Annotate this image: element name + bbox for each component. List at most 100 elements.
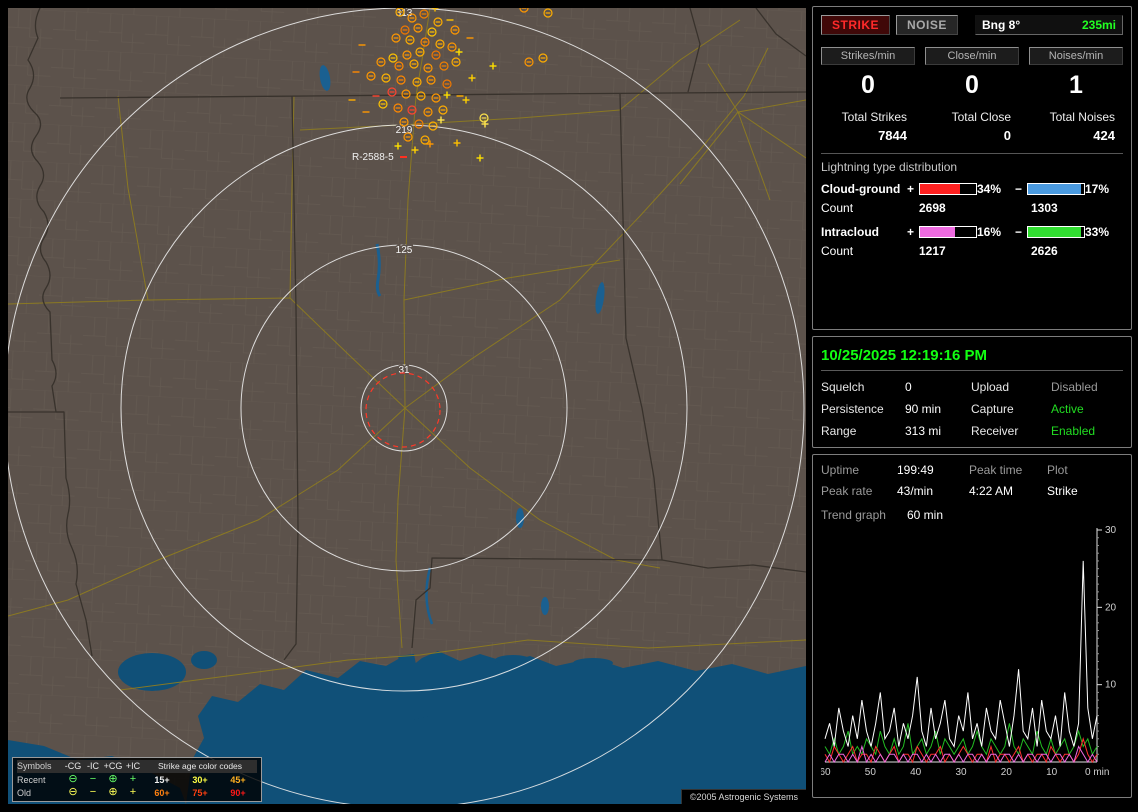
stats-panel: STRIKE NOISE Bng 8° 235mi Strikes/min Cl… [812,6,1132,330]
persistence-value: 90 min [905,402,942,416]
persistence-label: Persistence [821,402,884,416]
legend-age-title: Strike age color codes [143,760,257,773]
circle-plus-icon: ⊕ [108,786,118,798]
peak-rate-value: 43/min [897,484,934,498]
circle-minus-icon: ⊖ [68,786,78,798]
ic-minus-bar [1027,226,1085,238]
status-panel: 10/25/2025 12:19:16 PM Squelch 0 Upload … [812,336,1132,448]
x-tick-label: 0 min [1085,767,1109,778]
plus-sign: + [907,182,915,196]
peak-rate-label: Peak rate [821,484,873,498]
circle-minus-icon: ⊖ [68,773,78,785]
capture-label: Capture [971,402,1014,416]
cg-plus-count: 2698 [919,201,946,215]
cg-minus-pct: 17% [1085,182,1110,196]
strikes-per-min-label[interactable]: Strikes/min [821,47,915,65]
app-window: 313 219 125 31 R-2588-5 Symbols -CG -IC +CG … [0,0,1138,812]
legend-row-recent-label: Recent [17,774,46,785]
receiver-label: Receiver [971,424,1019,438]
side-panel: STRIKE NOISE Bng 8° 235mi Strikes/min Cl… [812,6,1132,804]
age-60: 60+ [154,787,170,798]
cg-plus-pct: 34% [977,182,1002,196]
x-tick-label: 50 [865,767,877,778]
total-strikes-value: 7844 [878,128,907,143]
total-close-value: 0 [1003,128,1011,143]
plot-label: Plot [1047,463,1068,477]
legend-symbols-title: Symbols [17,760,63,773]
age-90: 90+ [230,787,246,798]
range-ring-label: 31 [398,365,410,376]
receiver-station-label: R-2588-5 [352,152,394,163]
cg-plus-bar [919,183,977,195]
legend-col-nic: -IC [83,760,103,773]
range-label: Range [821,424,857,438]
legend-col-ncg: -CG [63,760,83,773]
trend-graph-value: 60 min [907,508,944,522]
bearing-display: Bng 8° 235mi [975,15,1123,35]
peak-time-value: 4:22 AM [969,484,1014,498]
legend-col-pic: +IC [123,760,143,773]
close-per-min-label[interactable]: Close/min [925,47,1019,65]
range-value: 313 mi [905,424,942,438]
y-tick-label: 20 [1105,602,1117,613]
count-label: Count [821,201,854,215]
upload-label: Upload [971,380,1010,394]
y-tick-label: 30 [1105,525,1117,536]
x-tick-label: 60 [821,767,831,778]
noises-per-min-label[interactable]: Noises/min [1029,47,1123,65]
ic-plus-bar [919,226,977,238]
trend-graph-label: Trend graph [821,508,886,522]
minus-sign: − [1015,182,1023,196]
plus-sign: + [907,225,915,239]
bearing-range: 235mi [1081,18,1116,32]
peak-time-label: Peak time [969,463,1023,477]
y-tick-label: 10 [1105,680,1117,691]
uptime-label: Uptime [821,463,860,477]
trend-chart: 10 20 30 60 50 40 30 20 10 0 min [821,525,1117,778]
plus-icon: + [129,786,137,798]
uptime-value: 199:49 [897,463,934,477]
bearing-label: Bng 8° [982,18,1021,32]
lightning-map[interactable]: 313 219 125 31 R-2588-5 Symbols -CG -IC +CG … [8,8,806,804]
receiver-status: Enabled [1051,424,1096,438]
map-canvas[interactable]: 31321912531R-2588-5 [8,8,806,804]
age-75: 75+ [192,787,208,798]
ic-plus-pct: 16% [977,225,1002,239]
intracloud-counts: Count 1217 2626 [821,244,1123,258]
close-per-min-value: 0 [965,71,979,99]
total-strikes-label: Total Strikes [841,110,907,124]
capture-status: Active [1051,402,1084,416]
minus-icon: − [89,773,97,785]
intracloud-label: Intracloud [821,225,880,239]
cloud-ground-label: Cloud-ground [821,182,901,196]
plus-icon: + [129,773,137,785]
count-label: Count [821,244,854,258]
x-tick-label: 10 [1046,767,1058,778]
cg-minus-count: 1303 [1031,201,1058,215]
x-tick-label: 40 [910,767,922,778]
age-15: 15+ [154,774,170,785]
intracloud-row: Intracloud + 16% − 33% [821,225,1123,239]
squelch-label: Squelch [821,380,865,394]
ic-minus-pct: 33% [1085,225,1110,239]
cloud-ground-row: Cloud-ground + 34% − 17% [821,182,1123,196]
strikes-per-min-value: 0 [861,71,875,99]
strike-button[interactable]: STRIKE [821,15,891,35]
trend-panel: Uptime 199:49 Peak time Plot Peak rate 4… [812,454,1132,798]
x-tick-label: 30 [955,767,967,778]
minus-sign: − [1015,225,1023,239]
total-noises-label: Total Noises [1049,110,1115,124]
distribution-title: Lightning type distribution [821,160,958,174]
x-tick-label: 20 [1001,767,1013,778]
total-noises-value: 424 [1093,128,1115,143]
legend-row-old-label: Old [17,787,32,798]
ic-minus-count: 2626 [1031,244,1058,258]
squelch-value: 0 [905,380,912,394]
plot-value: Strike [1047,484,1078,498]
noises-per-min-value: 1 [1069,71,1083,99]
noise-button[interactable]: NOISE [896,15,958,35]
age-45: 45+ [230,774,246,785]
cloud-ground-counts: Count 2698 1303 [821,201,1123,215]
circle-plus-icon: ⊕ [108,773,118,785]
copyright: ©2005 Astrogenic Systems [680,789,806,804]
